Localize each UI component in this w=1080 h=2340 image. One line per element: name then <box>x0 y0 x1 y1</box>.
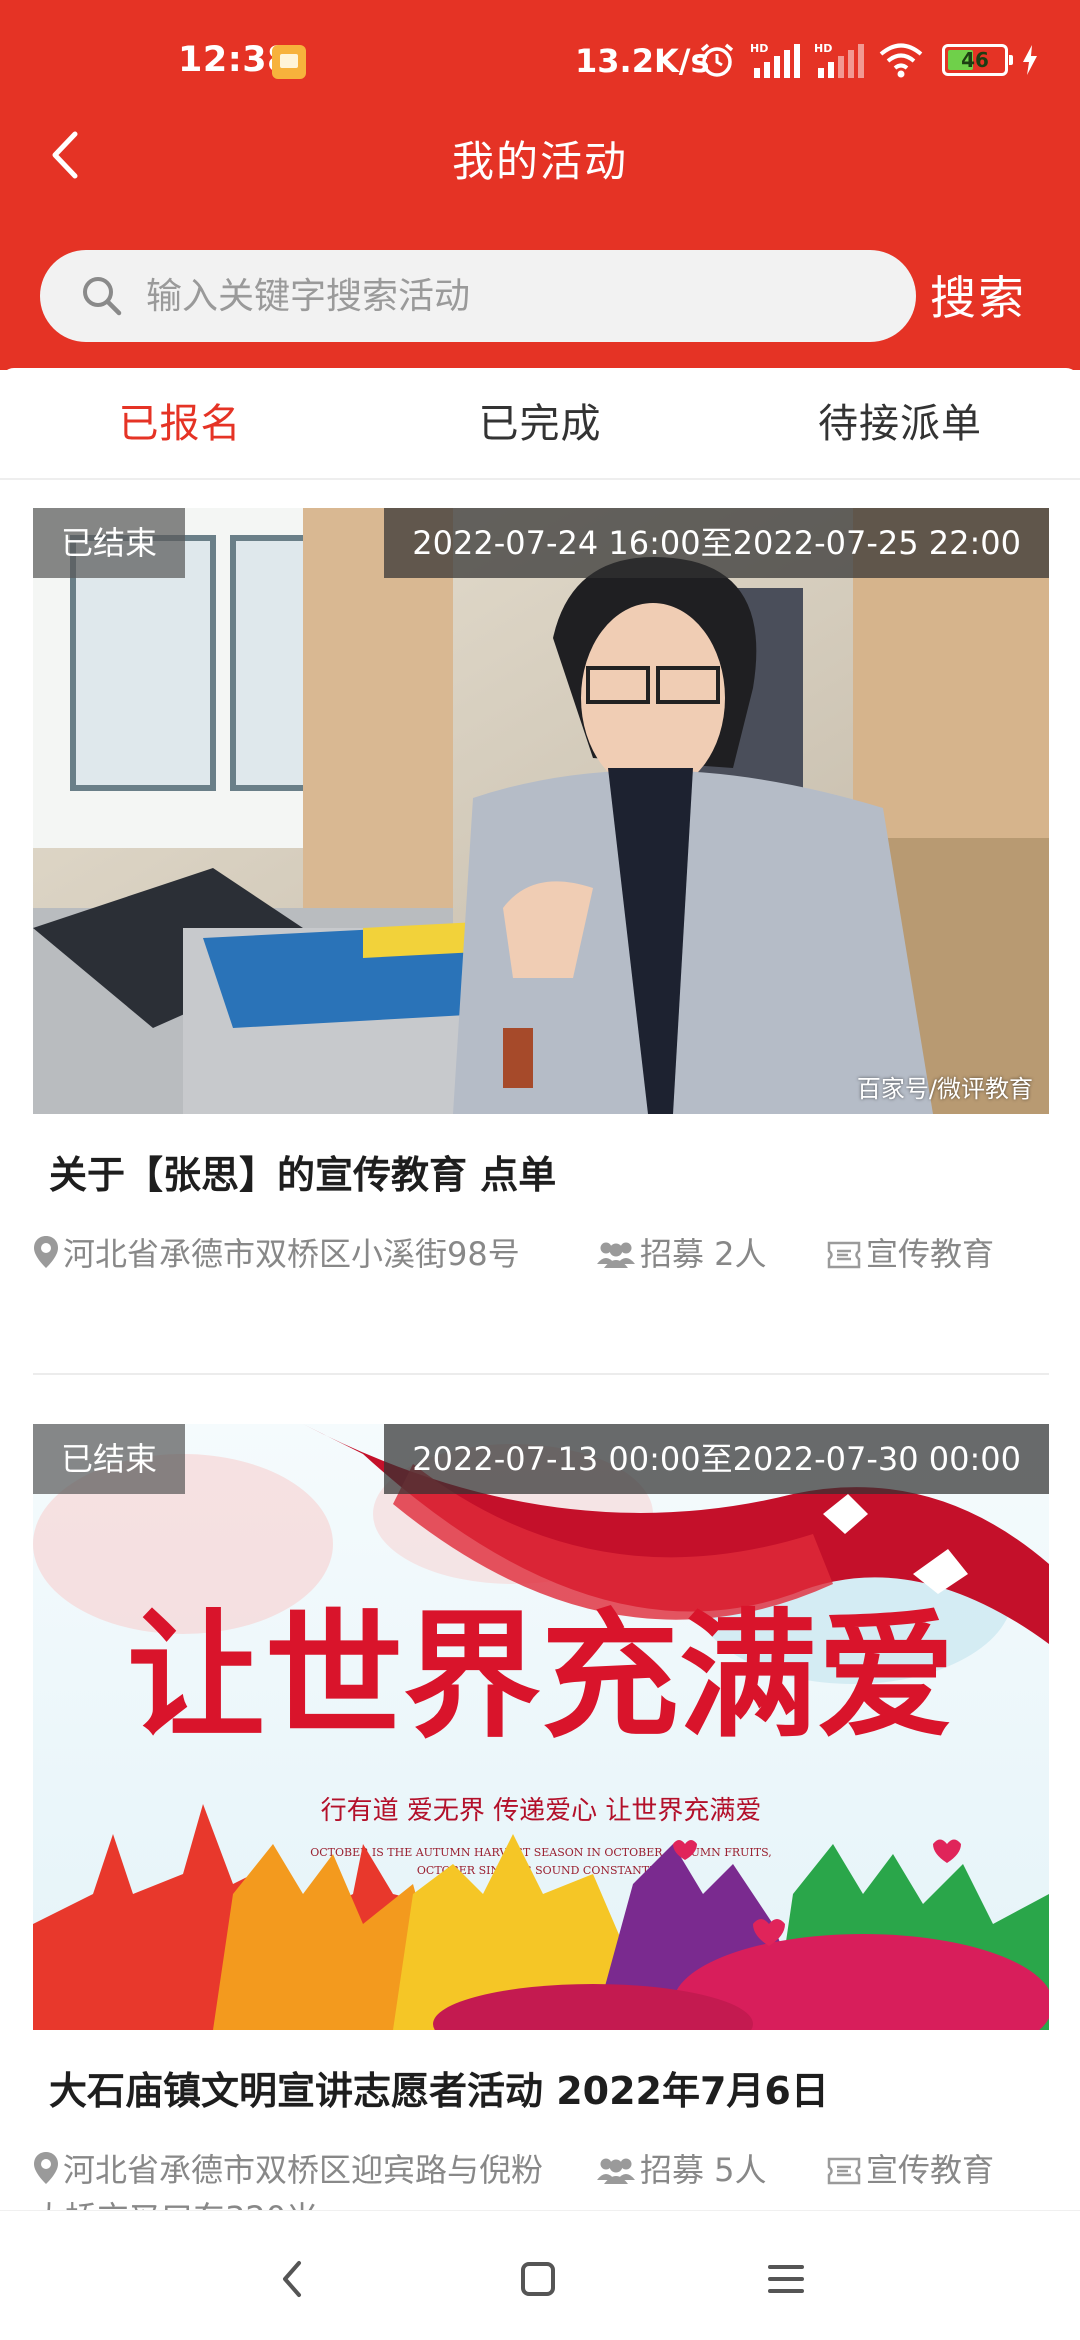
activity-title: 关于【张思】的宣传教育 点单 <box>49 1153 557 1197</box>
page-title: 我的活动 <box>451 137 628 186</box>
activity-card[interactable]: 让世界充满爱 行有道 爱无界 传递爱心 让世界充满爱 OCTOBER IS TH… <box>33 1424 1049 2210</box>
status-bar: 12:38 13.2K/s HD HD 46 <box>0 0 1080 120</box>
people-icon <box>597 1242 635 1268</box>
system-nav-bar <box>0 2210 1080 2340</box>
status-badge: 已结束 <box>33 508 186 578</box>
location-text: 河北省承德市双桥区小溪街98号 <box>33 1230 553 1278</box>
location-value: 河北省承德市双桥区迎宾路与倪粉大桥交叉口东320米 <box>33 2151 544 2210</box>
category-info: 宣传教育 <box>826 1230 994 1278</box>
category-value: 宣传教育 <box>866 1235 995 1273</box>
category-value: 宣传教育 <box>866 2151 995 2189</box>
recruit-value: 招募 5人 <box>640 2151 767 2189</box>
network-speed: 13.2K/s <box>575 42 710 80</box>
search-icon <box>80 274 124 318</box>
poster-headline: 让世界充满爱 <box>127 1594 955 1757</box>
people-icon <box>597 2158 635 2184</box>
svg-text:HD: HD <box>814 42 832 55</box>
alarm-icon <box>700 43 734 77</box>
location-text: 河北省承德市双桥区迎宾路与倪粉大桥交叉口东320米 <box>33 2146 553 2210</box>
battery-level: 46 <box>961 48 989 72</box>
system-home-button[interactable] <box>508 2249 568 2309</box>
tab-registered[interactable]: 已报名 <box>0 368 360 478</box>
tab-completed[interactable]: 已完成 <box>360 368 720 478</box>
notification-icon <box>272 45 306 79</box>
map-pin-icon <box>34 2152 58 2184</box>
app-root: 12:38 13.2K/s HD HD 46 我的活动 输入关键字搜索活动 搜索… <box>0 0 1080 2340</box>
search-button[interactable]: 搜索 <box>930 262 1026 328</box>
system-back-button[interactable] <box>262 2249 322 2309</box>
signal-hd-icon: HD <box>750 42 800 78</box>
signal-hd-2-icon: HD <box>814 42 864 78</box>
image-watermark: 百家号/微评教育 <box>856 1075 1033 1103</box>
activity-image: 已结束 2022-07-24 16:00至2022-07-25 22:00 百家… <box>33 508 1049 1114</box>
time-range: 2022-07-24 16:00至2022-07-25 22:00 <box>384 508 1049 578</box>
activity-title: 大石庙镇文明宣讲志愿者活动 2022年7月6日 <box>49 2069 829 2113</box>
battery-icon: 46 <box>942 44 1013 76</box>
poster-subline: 行有道 爱无界 传递爱心 让世界充满爱 <box>321 1796 762 1826</box>
poster-english-1: OCTOBER IS THE AUTUMN HARVEST SEASON IN … <box>310 1846 772 1859</box>
time-range: 2022-07-13 00:00至2022-07-30 00:00 <box>384 1424 1049 1494</box>
search-row: 搜索 <box>0 248 1080 344</box>
back-triangle-icon <box>283 2261 301 2297</box>
search-input[interactable] <box>146 266 886 326</box>
search-box[interactable] <box>40 250 916 342</box>
ticket-icon <box>827 1241 861 1269</box>
activity-card[interactable]: 已结束 2022-07-24 16:00至2022-07-25 22:00 百家… <box>33 508 1049 1273</box>
nav-bar: 我的活动 <box>0 110 1080 200</box>
activity-image: 让世界充满爱 行有道 爱无界 传递爱心 让世界充满爱 OCTOBER IS TH… <box>33 1424 1049 2030</box>
classroom-photo <box>33 508 1049 1114</box>
recruit-info: 招募 5人 <box>596 2146 767 2194</box>
home-square-icon <box>521 2262 555 2296</box>
recruit-info: 招募 2人 <box>596 1230 767 1278</box>
category-info: 宣传教育 <box>826 2146 994 2194</box>
ticket-icon <box>827 2157 861 2185</box>
recruit-value: 招募 2人 <box>640 1235 767 1273</box>
charging-icon <box>1023 45 1037 75</box>
tab-bar: 已报名 已完成 待接派单 <box>0 368 1080 480</box>
status-badge: 已结束 <box>33 1424 186 1494</box>
wifi-icon <box>879 43 923 78</box>
divider <box>33 1373 1049 1375</box>
location-value: 河北省承德市双桥区小溪街98号 <box>63 1235 520 1273</box>
activity-list: 已结束 2022-07-24 16:00至2022-07-25 22:00 百家… <box>0 480 1080 2210</box>
tab-pending-dispatch[interactable]: 待接派单 <box>720 368 1080 478</box>
menu-icon <box>768 2265 804 2293</box>
status-icons: HD HD 46 <box>698 38 1038 82</box>
system-menu-button[interactable] <box>756 2249 816 2309</box>
header: 12:38 13.2K/s HD HD 46 我的活动 输入关键字搜索活动 搜索 <box>0 0 1080 370</box>
map-pin-icon <box>34 1236 58 1268</box>
love-world-poster: 让世界充满爱 行有道 爱无界 传递爱心 让世界充满爱 OCTOBER IS TH… <box>33 1424 1049 2030</box>
svg-text:HD: HD <box>750 42 768 55</box>
